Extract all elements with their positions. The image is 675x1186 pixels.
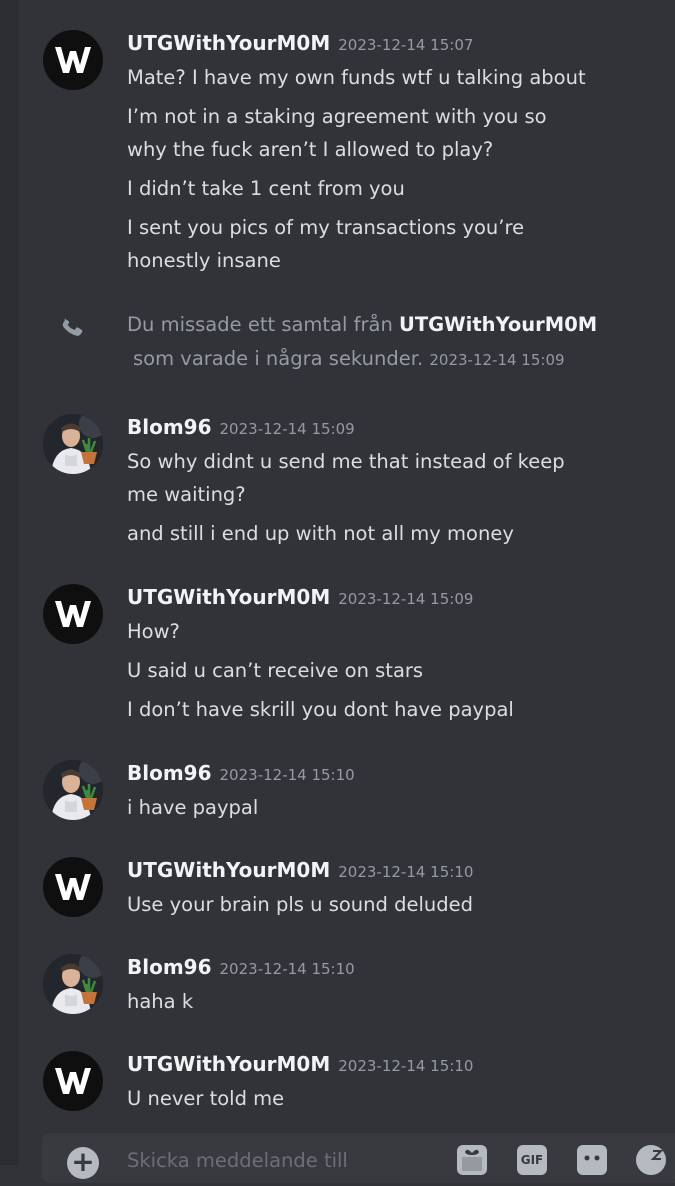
w-logo-icon	[55, 601, 91, 627]
message-text: How?	[127, 620, 180, 643]
message-text: I’m not in a staking agreement with you …	[127, 105, 547, 128]
missed-call-line-2: som varade i några sekunder. 2023-12-14 …	[133, 347, 565, 370]
username[interactable]: Blom96	[127, 415, 212, 439]
message-text: Mate? I have my own funds wtf u talking …	[127, 66, 586, 89]
timestamp: 2023-12-14 15:10	[338, 1057, 474, 1075]
message-text: i have paypal	[127, 796, 259, 819]
missed-call-text: Du missade ett samtal från	[127, 313, 393, 336]
sticker-icon[interactable]	[577, 1145, 607, 1175]
timestamp: 2023-12-14 15:10	[219, 960, 355, 978]
username[interactable]: Blom96	[127, 761, 212, 785]
message-text: Use your brain pls u sound deluded	[127, 893, 473, 916]
emoji-icon[interactable]	[636, 1145, 666, 1175]
avatar[interactable]	[43, 954, 103, 1014]
timestamp: 2023-12-14 15:09	[429, 351, 565, 369]
profile-photo	[43, 414, 103, 474]
message-text: U said u can’t receive on stars	[127, 659, 424, 682]
message-input-placeholder[interactable]: Skicka meddelande till	[127, 1149, 348, 1172]
username[interactable]: UTGWithYourM0M	[127, 31, 330, 55]
message-text: I don’t have skrill you dont have paypal	[127, 698, 514, 721]
message-text: I didn’t take 1 cent from you	[127, 177, 405, 200]
timestamp: 2023-12-14 15:09	[219, 420, 355, 438]
message-text: I sent you pics of my transactions you’r…	[127, 216, 525, 239]
timestamp: 2023-12-14 15:07	[338, 36, 474, 54]
timestamp: 2023-12-14 15:10	[219, 766, 355, 784]
caller-name[interactable]: UTGWithYourM0M	[399, 313, 597, 336]
timestamp: 2023-12-14 15:10	[338, 863, 474, 881]
username[interactable]: Blom96	[127, 955, 212, 979]
username[interactable]: UTGWithYourM0M	[127, 1052, 330, 1076]
gif-icon[interactable]: GIF	[517, 1145, 547, 1175]
message-text: why the fuck aren’t I allowed to play?	[127, 138, 494, 161]
sidebar-edge	[0, 0, 19, 1165]
message-text: haha k	[127, 990, 194, 1013]
message-composer[interactable]: + Skicka meddelande till GIF	[42, 1133, 675, 1183]
missed-call-duration: som varade i några sekunder.	[133, 347, 424, 370]
phone-missed-icon	[62, 318, 83, 336]
chat-pane: UTGWithYourM0M 2023-12-14 15:07 Mate? I h…	[19, 0, 675, 1183]
missed-call-line: Du missade ett samtal från UTGWithYourM0…	[127, 313, 597, 336]
avatar[interactable]	[43, 584, 103, 644]
avatar[interactable]	[43, 760, 103, 820]
profile-photo	[43, 760, 103, 820]
profile-photo	[43, 954, 103, 1014]
message-text: So why didnt u send me that instead of k…	[127, 450, 565, 473]
timestamp: 2023-12-14 15:09	[338, 590, 474, 608]
avatar[interactable]	[43, 857, 103, 917]
avatar[interactable]	[43, 1051, 103, 1111]
gift-icon[interactable]	[457, 1145, 487, 1175]
message-text: honestly insane	[127, 249, 281, 272]
w-logo-icon	[55, 1068, 91, 1094]
w-logo-icon	[55, 874, 91, 900]
username[interactable]: UTGWithYourM0M	[127, 585, 330, 609]
message-text: and still i end up with not all my money	[127, 522, 514, 545]
username[interactable]: UTGWithYourM0M	[127, 858, 330, 882]
message-text: me waiting?	[127, 483, 246, 506]
avatar[interactable]	[43, 414, 103, 474]
w-logo-icon	[55, 47, 91, 73]
plus-icon[interactable]: +	[67, 1147, 99, 1179]
avatar[interactable]	[43, 30, 103, 90]
message-text: U never told me	[127, 1087, 285, 1110]
